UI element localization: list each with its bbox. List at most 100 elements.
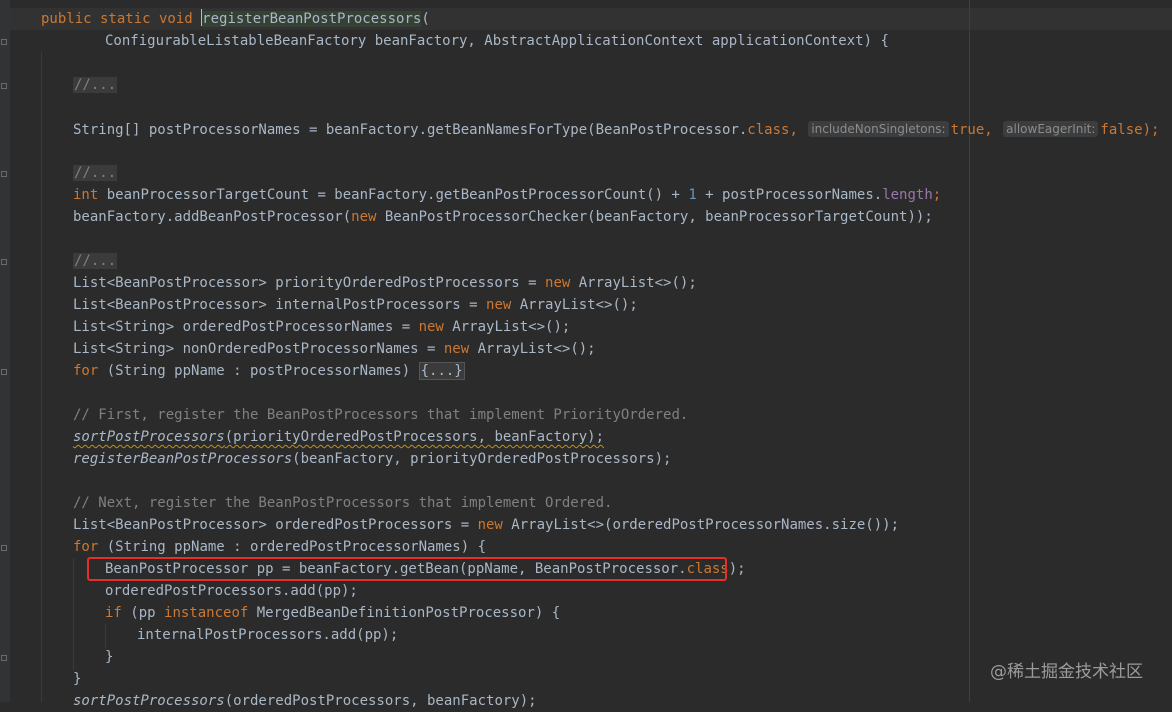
keyword: if [105, 605, 122, 621]
code-text: ; [932, 187, 942, 203]
keyword: new [418, 319, 444, 335]
keyword: for [73, 363, 99, 379]
code-text: ArrayList<>(); [469, 341, 596, 357]
code-text: ); [1142, 122, 1160, 138]
code-text: ConfigurableListableBeanFactory beanFact… [105, 33, 889, 49]
code-comment: // Next, register the BeanPostProcessors… [73, 495, 613, 511]
fold-marker[interactable] [1, 369, 7, 375]
code-line[interactable]: registerBeanPostProcessors(beanFactory, … [73, 448, 671, 470]
indent-guide [105, 624, 106, 648]
code-line[interactable]: beanFactory.addBeanPostProcessor(new Bea… [73, 206, 933, 228]
code-line[interactable]: } [105, 646, 113, 668]
keyword: new [486, 297, 512, 313]
indent-guide [73, 558, 74, 670]
code-text: ( [421, 11, 430, 27]
code-line[interactable]: sortPostProcessors(priorityOrderedPostPr… [73, 426, 604, 448]
code-line[interactable]: String[] postProcessorNames = beanFactor… [73, 118, 1159, 140]
code-line[interactable]: //... [73, 162, 118, 184]
code-text: ArrayList<>(); [570, 275, 697, 291]
code-text: orderedPostProcessors.add(pp); [105, 583, 358, 599]
fold-marker[interactable] [1, 655, 7, 661]
code-line[interactable]: List<BeanPostProcessor> internalPostProc… [73, 294, 638, 316]
code-line[interactable]: ConfigurableListableBeanFactory beanFact… [105, 30, 889, 52]
folded-block[interactable]: {...} [418, 362, 465, 380]
static-method-call: registerBeanPostProcessors [73, 451, 293, 467]
code-line[interactable]: // Next, register the BeanPostProcessors… [73, 492, 612, 514]
code-line[interactable]: // First, register the BeanPostProcessor… [73, 404, 688, 426]
code-text: ArrayList<>(); [443, 319, 571, 335]
fold-marker[interactable] [1, 545, 7, 551]
keyword: class [747, 122, 790, 138]
keyword: for [73, 539, 99, 555]
code-editor[interactable]: public static void registerBeanPostProce… [0, 0, 1172, 709]
code-line[interactable]: } [73, 668, 81, 690]
highlight-annotation-box [87, 557, 727, 581]
code-line[interactable]: orderedPostProcessors.add(pp); [105, 580, 358, 602]
code-text: ); [728, 561, 746, 577]
code-text: internalPostProcessors.add(pp); [137, 627, 399, 643]
code-text: ArrayList<>(); [511, 297, 638, 313]
code-line[interactable]: if (pp instanceof MergedBeanDefinitionPo… [105, 602, 560, 624]
code-line[interactable]: public static void registerBeanPostProce… [41, 8, 430, 30]
code-text: List<BeanPostProcessor> priorityOrderedP… [73, 275, 546, 291]
folded-comment[interactable]: //... [73, 77, 118, 93]
number-literal: 1 [688, 187, 697, 203]
editor-gutter[interactable] [0, 0, 10, 702]
parameter-hint: includeNonSingletons: [808, 121, 949, 137]
code-text: (String ppName : orderedPostProcessorNam… [98, 539, 487, 555]
code-text: MergedBeanDefinitionPostProcessor) { [248, 605, 561, 621]
code-text: } [105, 649, 114, 665]
code-line[interactable]: sortPostProcessors(orderedPostProcessors… [73, 690, 537, 712]
code-text: String[] postProcessorNames = beanFactor… [73, 122, 748, 138]
code-text: beanFactory.addBeanPostProcessor( [73, 209, 352, 225]
code-text: (orderedPostProcessors, beanFactory); [224, 693, 537, 709]
parameter-hint: allowEagerInit: [1003, 121, 1099, 137]
code-text: List<String> orderedPostProcessorNames = [73, 319, 419, 335]
code-line[interactable]: List<BeanPostProcessor> orderedPostProce… [73, 514, 899, 536]
code-line[interactable]: //... [73, 74, 118, 96]
code-comment: // First, register the BeanPostProcessor… [73, 407, 689, 423]
code-text: List<String> nonOrderedPostProcessorName… [73, 341, 444, 357]
keyword: instanceof [164, 605, 249, 621]
keyword: new [443, 341, 470, 357]
code-text: BeanPostProcessorChecker(beanFactory, be… [376, 209, 933, 225]
code-line[interactable]: List<String> orderedPostProcessorNames =… [73, 316, 570, 338]
right-margin-guide [969, 0, 970, 702]
fold-marker[interactable] [1, 39, 7, 45]
code-line[interactable]: //... [73, 250, 118, 272]
code-text: , [984, 122, 1002, 138]
keyword: public static void [41, 11, 202, 27]
fold-marker[interactable] [1, 259, 7, 265]
code-line[interactable]: List<BeanPostProcessor> priorityOrderedP… [73, 272, 697, 294]
code-text: beanProcessorTargetCount = beanFactory.g… [98, 187, 689, 203]
code-line[interactable]: List<String> nonOrderedPostProcessorName… [73, 338, 596, 360]
fold-marker[interactable] [1, 83, 7, 89]
code-text: (beanFactory, priorityOrderedPostProcess… [292, 451, 672, 467]
code-line[interactable]: internalPostProcessors.add(pp); [137, 624, 398, 646]
keyword: new [545, 275, 571, 291]
code-text: , [789, 122, 807, 138]
code-line[interactable]: for (String ppName : orderedPostProcesso… [73, 536, 486, 558]
code-line[interactable]: for (String ppName : postProcessorNames)… [73, 360, 465, 382]
code-text: (priorityOrderedPostProcessors, beanFact… [224, 429, 605, 445]
code-text: ArrayList<>(orderedPostProcessorNames.si… [502, 517, 900, 533]
keyword: new [477, 517, 503, 533]
field-name: length [882, 187, 933, 203]
folded-comment[interactable]: //... [73, 253, 118, 269]
code-text: List<BeanPostProcessor> orderedPostProce… [73, 517, 478, 533]
code-line[interactable]: int beanProcessorTargetCount = beanFacto… [73, 184, 941, 206]
code-text: (String ppName : postProcessorNames) [98, 363, 419, 379]
indent-guide [41, 52, 42, 702]
keyword: new [351, 209, 377, 225]
keyword: false [1100, 122, 1143, 138]
static-method-call: sortPostProcessors [73, 429, 225, 445]
static-method-call: sortPostProcessors [73, 693, 225, 709]
method-name: registerBeanPostProcessors [202, 11, 422, 27]
code-text: List<BeanPostProcessor> internalPostProc… [73, 297, 487, 313]
keyword: true [950, 122, 985, 138]
watermark: @稀土掘金技术社区 [990, 662, 1143, 682]
code-text: + postProcessorNames. [696, 187, 883, 203]
fold-marker[interactable] [1, 171, 7, 177]
folded-comment[interactable]: //... [73, 165, 118, 181]
code-text: (pp [121, 605, 165, 621]
